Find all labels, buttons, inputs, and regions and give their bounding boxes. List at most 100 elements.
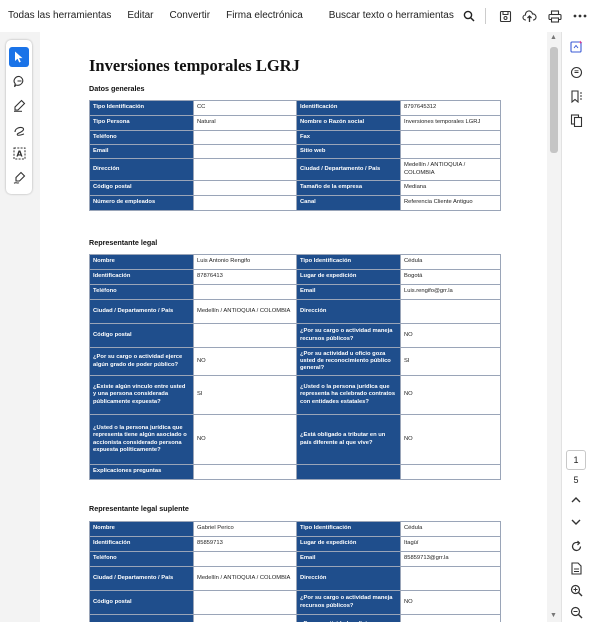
search-icon[interactable] (460, 5, 479, 27)
field-label: Identificación (296, 100, 401, 116)
scroll-down-icon[interactable]: ▼ (550, 612, 557, 619)
field-label: ¿Por su cargo o actividad maneja recurso… (296, 590, 401, 615)
cloud-upload-icon[interactable] (520, 5, 539, 27)
table-row: Dirección Ciudad / Departamento / País Med… (89, 158, 501, 181)
field-value (193, 195, 297, 211)
general-data-table: Tipo Identificación CC Identificación 87976… (89, 100, 501, 211)
table-row: Tipo Persona Natural Nombre o Razón social… (89, 115, 501, 131)
field-label: Teléfono (89, 551, 194, 567)
table-row: ¿Por su actividad u oficio goza (89, 614, 501, 622)
field-label: Tamaño de la empresa (296, 180, 401, 196)
field-label: Dirección (296, 299, 401, 324)
comments-panel-icon[interactable] (566, 62, 586, 82)
field-value (193, 551, 297, 567)
field-value: NO (400, 414, 501, 465)
field-value: NO (193, 347, 297, 376)
field-label: Sitio web (296, 144, 401, 159)
highlight-pen-icon[interactable] (9, 95, 29, 115)
vertical-scrollbar[interactable]: ▲ ▼ (547, 32, 561, 622)
copy-pages-icon[interactable] (566, 110, 586, 130)
field-value: Gabriel Perico (193, 521, 297, 537)
print-icon[interactable] (545, 5, 564, 27)
field-value (193, 144, 297, 159)
comment-icon[interactable] (9, 71, 29, 91)
field-label: Teléfono (89, 130, 194, 145)
field-value: Natural (193, 115, 297, 131)
field-label: ¿Por su actividad u oficio goza usted de… (296, 347, 401, 376)
scroll-up-icon[interactable]: ▲ (550, 34, 557, 41)
table-row: Tipo Identificación CC Identificación 87976… (89, 100, 501, 116)
field-value: Medellín / ANTIOQUIA / COLOMBIA (193, 299, 297, 324)
field-value: NO (400, 375, 501, 415)
field-value: Itagüí (400, 536, 501, 552)
right-panel: 1 5 (561, 32, 589, 622)
top-toolbar: Todas las herramientas Editar Convertir … (0, 0, 589, 32)
sign-pen-icon[interactable] (9, 167, 29, 187)
field-label: Email (89, 144, 194, 159)
field-value (400, 130, 501, 145)
menu-all-tools[interactable]: Todas las herramientas (0, 0, 119, 32)
freehand-draw-icon[interactable] (9, 119, 29, 139)
field-label: Ciudad / Departamento / País (89, 299, 194, 324)
ai-assistant-icon[interactable] (566, 36, 586, 56)
rotate-icon[interactable] (566, 536, 586, 556)
table-row: Código postal ¿Por su cargo o actividad m… (89, 323, 501, 348)
field-value: Cédula (400, 521, 501, 537)
more-options-icon[interactable] (570, 5, 589, 27)
chevron-up-icon[interactable] (566, 490, 586, 510)
zoom-out-icon[interactable] (566, 602, 586, 622)
field-label: Dirección (296, 566, 401, 591)
table-row: Nombre Gabriel Perico Tipo Identificación C… (89, 521, 501, 537)
bookmark-icon[interactable] (566, 86, 586, 106)
table-row: Teléfono Fax (89, 130, 501, 145)
field-value (193, 323, 297, 348)
menu-convert[interactable]: Convertir (162, 0, 219, 32)
table-row: Email Sitio web (89, 144, 501, 159)
field-value: NO (400, 590, 501, 615)
field-value: Referencia Cliente Antiguo (400, 195, 501, 211)
save-icon[interactable] (496, 5, 515, 27)
field-label: Fax (296, 130, 401, 145)
table-row: ¿Usted o la persona jurídica que represe… (89, 414, 501, 465)
search-tools-button[interactable]: Buscar texto o herramientas (311, 0, 456, 32)
field-value: Inversiones temporales LGRJ (400, 115, 501, 131)
legal-rep-table: Nombre Luis Antonio Rengifo Tipo Identific… (89, 254, 501, 480)
field-label: Teléfono (89, 284, 194, 300)
field-value (400, 566, 501, 591)
table-row: Ciudad / Departamento / País Medellín / A… (89, 566, 501, 591)
field-label: Código postal (89, 590, 194, 615)
field-label: Nombre o Razón social (296, 115, 401, 131)
table-row: Identificación 85859713 Lugar de expedició… (89, 536, 501, 552)
field-label: Tipo Identificación (89, 100, 194, 116)
field-label: ¿Existe algún vínculo entre usted y una … (89, 375, 194, 415)
field-value: Bogotá (400, 269, 501, 285)
field-value (400, 614, 501, 622)
section-heading-legal-rep: Representante legal (89, 238, 158, 247)
field-label (296, 464, 401, 480)
field-label: Tipo Identificación (296, 254, 401, 270)
table-row: Teléfono Email 85859713@grr.la (89, 551, 501, 567)
page-settings-icon[interactable] (566, 558, 586, 578)
field-value (193, 614, 297, 622)
legal-rep-alt-table: Nombre Gabriel Perico Tipo Identificación C… (89, 521, 501, 622)
field-label: ¿Está obligado a tributar en un país dif… (296, 414, 401, 465)
field-value (400, 299, 501, 324)
table-row: Código postal ¿Por su cargo o actividad m… (89, 590, 501, 615)
menu-esign[interactable]: Firma electrónica (218, 0, 311, 32)
menu-edit[interactable]: Editar (119, 0, 161, 32)
current-page-input[interactable]: 1 (566, 450, 586, 470)
field-value: NO (400, 323, 501, 348)
select-tool-icon[interactable] (9, 47, 29, 67)
table-row: ¿Por su cargo o actividad ejerce algún g… (89, 347, 501, 376)
document-workspace: A Inversiones temporales LGRJ Datos gene… (0, 32, 589, 622)
field-label: Canal (296, 195, 401, 211)
text-field-icon[interactable]: A (9, 143, 29, 163)
field-label: Lugar de expedición (296, 536, 401, 552)
field-label: Tipo Persona (89, 115, 194, 131)
left-toolbar: A (6, 40, 32, 194)
chevron-down-icon[interactable] (566, 512, 586, 532)
scrollbar-thumb[interactable] (550, 47, 558, 153)
field-value: Luis Antonio Rengifo (193, 254, 297, 270)
field-value: Medellín / ANTIOQUIA / COLOMBIA (400, 158, 501, 181)
zoom-in-icon[interactable] (566, 580, 586, 600)
